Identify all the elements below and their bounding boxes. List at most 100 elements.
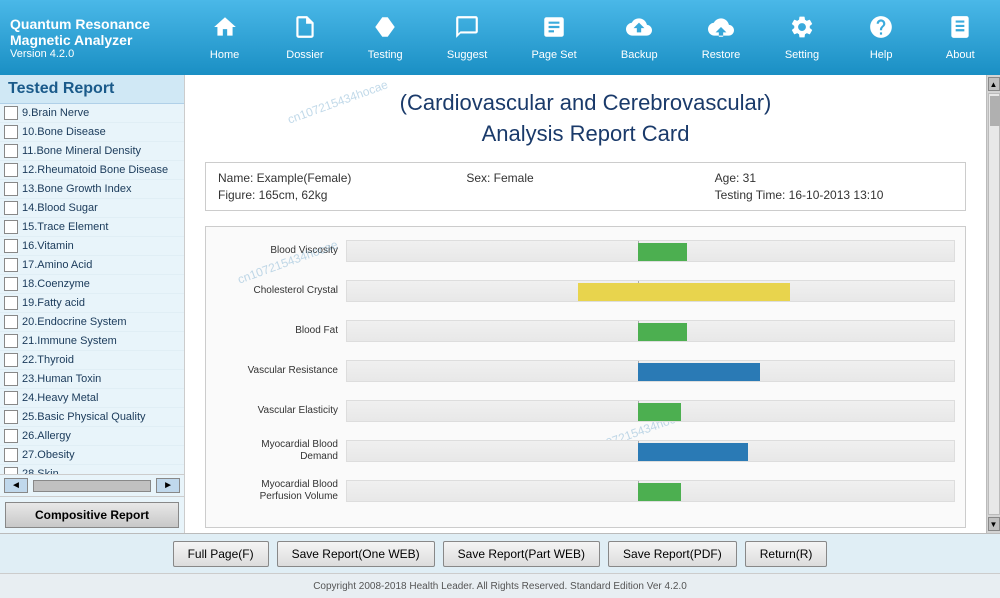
sidebar-item-11[interactable]: 11.Bone Mineral Density — [0, 142, 184, 161]
patient-sex: Sex: Female — [466, 171, 704, 185]
report-area: cn107215434hocae cn107215434hocae cn1072… — [185, 75, 986, 533]
sidebar-item-12[interactable]: 12.Rheumatoid Bone Disease — [0, 161, 184, 180]
toolbar-btn-full_page[interactable]: Full Page(F) — [173, 541, 269, 567]
sidebar-item-26[interactable]: 26.Allergy — [0, 427, 184, 446]
chart-bar-5 — [638, 443, 747, 461]
composite-report-btn[interactable]: Compositive Report — [5, 502, 179, 528]
toolbar-btn-return[interactable]: Return(R) — [745, 541, 828, 567]
sidebar-item-17[interactable]: 17.Amino Acid — [0, 256, 184, 275]
nav-suggest[interactable]: Suggest — [437, 9, 497, 66]
sidebar-item-20[interactable]: 20.Endocrine System — [0, 313, 184, 332]
sidebar-item-21[interactable]: 21.Immune System — [0, 332, 184, 351]
patient-figure: Figure: 165cm, 62kg — [218, 188, 456, 202]
item-checkbox-14[interactable] — [4, 201, 18, 215]
sidebar-item-15[interactable]: 15.Trace Element — [0, 218, 184, 237]
chart-label-4: Vascular Elasticity — [216, 405, 346, 417]
restore-icon — [708, 14, 734, 46]
item-label-16: 16.Vitamin — [22, 240, 74, 252]
item-checkbox-28[interactable] — [4, 467, 18, 474]
item-label-9: 9.Brain Nerve — [22, 107, 89, 119]
item-checkbox-17[interactable] — [4, 258, 18, 272]
main-area: Tested Report 9.Brain Nerve 10.Bone Disea… — [0, 75, 1000, 533]
app-title-text: Quantum ResonanceMagnetic Analyzer — [10, 16, 175, 48]
chart-bar-1 — [578, 283, 790, 301]
nav-help[interactable]: Help — [854, 9, 909, 66]
nav-pageset[interactable]: Page Set — [521, 9, 586, 66]
sidebar-item-18[interactable]: 18.Coenzyme — [0, 275, 184, 294]
scroll-right-btn[interactable]: ► — [156, 478, 180, 493]
about-icon — [947, 14, 973, 46]
item-checkbox-20[interactable] — [4, 315, 18, 329]
sidebar-item-28[interactable]: 28.Skin — [0, 465, 184, 474]
chart-bar-area-1 — [346, 280, 955, 302]
backup-icon — [626, 14, 652, 46]
item-checkbox-15[interactable] — [4, 220, 18, 234]
sidebar-list[interactable]: 9.Brain Nerve 10.Bone Disease11.Bone Mine… — [0, 104, 184, 474]
sidebar-item-22[interactable]: 22.Thyroid — [0, 351, 184, 370]
item-checkbox-23[interactable] — [4, 372, 18, 386]
item-checkbox-18[interactable] — [4, 277, 18, 291]
item-checkbox-13[interactable] — [4, 182, 18, 196]
right-scrollbar[interactable]: ▲ ▼ — [986, 75, 1000, 533]
item-checkbox-25[interactable] — [4, 410, 18, 424]
item-checkbox-26[interactable] — [4, 429, 18, 443]
nav-setting[interactable]: Setting — [774, 9, 829, 66]
chart-bar-4 — [638, 403, 680, 421]
sidebar-item-25[interactable]: 25.Basic Physical Quality — [0, 408, 184, 427]
item-checkbox-22[interactable] — [4, 353, 18, 367]
sidebar-item-19[interactable]: 19.Fatty acid — [0, 294, 184, 313]
nav-dossier[interactable]: Dossier — [276, 9, 333, 66]
sidebar-item-27[interactable]: 27.Obesity — [0, 446, 184, 465]
item-checkbox-9[interactable] — [4, 106, 18, 120]
item-label-20: 20.Endocrine System — [22, 316, 127, 328]
bottom-toolbar: Full Page(F) Save Report(One WEB) Save Rep… — [0, 533, 1000, 573]
sidebar-item-24[interactable]: 24.Heavy Metal — [0, 389, 184, 408]
chart-bar-6 — [638, 483, 680, 501]
item-checkbox-27[interactable] — [4, 448, 18, 462]
toolbar-btn-save_pdf[interactable]: Save Report(PDF) — [608, 541, 737, 567]
sidebar-item-10[interactable]: 10.Bone Disease — [0, 123, 184, 142]
chart-bar-area-3 — [346, 360, 955, 382]
scroll-down-btn[interactable]: ▼ — [988, 517, 1000, 531]
sidebar: Tested Report 9.Brain Nerve 10.Bone Disea… — [0, 75, 185, 533]
app-title: Quantum ResonanceMagnetic Analyzer Versi… — [0, 16, 185, 60]
scroll-up-btn[interactable]: ▲ — [988, 77, 1000, 91]
nav-about[interactable]: About — [933, 9, 988, 66]
chart-label-6: Myocardial Blood Perfusion Volume — [216, 479, 346, 503]
item-label-25: 25.Basic Physical Quality — [22, 411, 146, 423]
sidebar-item-23[interactable]: 23.Human Toxin — [0, 370, 184, 389]
sidebar-item-13[interactable]: 13.Bone Growth Index — [0, 180, 184, 199]
item-checkbox-21[interactable] — [4, 334, 18, 348]
sidebar-item-9[interactable]: 9.Brain Nerve — [0, 104, 184, 123]
toolbar-btn-save_one_web[interactable]: Save Report(One WEB) — [277, 541, 435, 567]
nav-backup[interactable]: Backup — [611, 9, 668, 66]
item-label-21: 21.Immune System — [22, 335, 117, 347]
app-version: Version 4.2.0 — [10, 48, 175, 60]
scroll-left-btn[interactable]: ◄ — [4, 478, 28, 493]
patient-age: Age: 31 — [715, 171, 953, 185]
toolbar-btn-save_part_web[interactable]: Save Report(Part WEB) — [443, 541, 600, 567]
sidebar-item-14[interactable]: 14.Blood Sugar — [0, 199, 184, 218]
item-checkbox-12[interactable] — [4, 163, 18, 177]
nav-home[interactable]: Home — [197, 9, 252, 66]
item-checkbox-24[interactable] — [4, 391, 18, 405]
chart-row-2: Blood Fat — [216, 317, 955, 345]
chart-bar-area-4 — [346, 400, 955, 422]
item-checkbox-11[interactable] — [4, 144, 18, 158]
item-label-24: 24.Heavy Metal — [22, 392, 98, 404]
item-checkbox-19[interactable] — [4, 296, 18, 310]
suggest-icon — [454, 14, 480, 46]
top-bar: Quantum ResonanceMagnetic Analyzer Versi… — [0, 0, 1000, 75]
chart-bar-area-0 — [346, 240, 955, 262]
nav-testing[interactable]: Testing — [358, 9, 413, 66]
nav-bar: Home Dossier Testing Suggest — [185, 0, 1000, 75]
scroll-thumb[interactable] — [990, 96, 1000, 126]
nav-restore[interactable]: Restore — [692, 9, 751, 66]
sidebar-scroll-controls: ◄ ► — [0, 474, 184, 496]
item-checkbox-16[interactable] — [4, 239, 18, 253]
chart-label-5: Myocardial Blood Demand — [216, 439, 346, 463]
item-checkbox-10[interactable] — [4, 125, 18, 139]
sidebar-item-16[interactable]: 16.Vitamin — [0, 237, 184, 256]
sidebar-title: Tested Report — [0, 75, 184, 104]
chart-row-5: Myocardial Blood Demand — [216, 437, 955, 465]
